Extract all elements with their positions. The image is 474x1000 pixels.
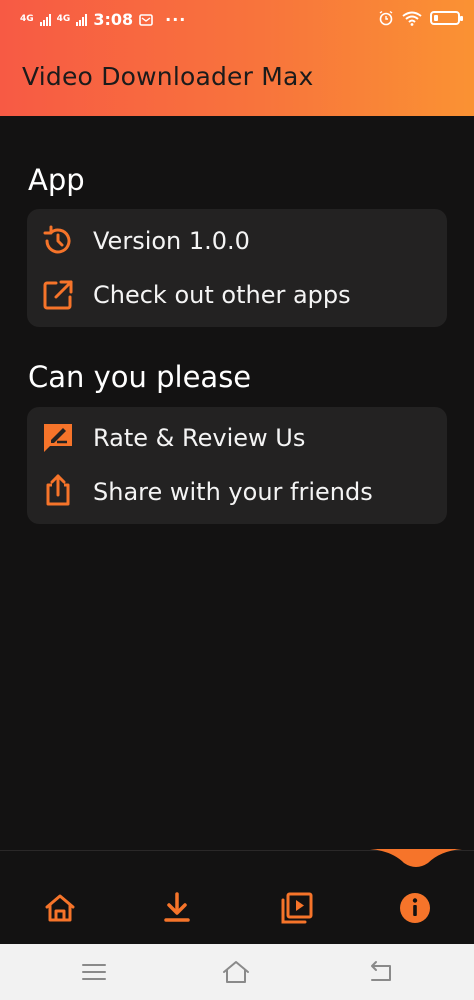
home-system-icon[interactable]	[221, 958, 251, 986]
alarm-icon	[379, 10, 393, 26]
network-type-2: 4G	[56, 14, 71, 24]
please-card: Rate & Review Us Share with your friends	[27, 407, 447, 524]
signal-1: 4G	[20, 15, 34, 24]
share-label: Share with your friends	[93, 478, 373, 506]
rate-review-icon	[44, 424, 72, 452]
nav-home-icon[interactable]	[40, 888, 80, 928]
active-tab-indicator	[370, 849, 462, 867]
status-right	[378, 10, 463, 26]
history-icon	[43, 225, 71, 254]
signal-bars-icon-2	[76, 13, 88, 26]
version-label: Version 1.0.0	[93, 227, 250, 255]
rate-row[interactable]: Rate & Review Us	[27, 413, 447, 463]
nav-download-icon[interactable]	[157, 888, 197, 928]
section-title-app: App	[28, 163, 85, 197]
other-apps-row[interactable]: Check out other apps	[27, 270, 447, 320]
battery-icon	[430, 11, 463, 25]
status-bar: 4G 4G 3:08 ···	[0, 0, 474, 42]
app-header: 4G 4G 3:08 ··· Video Downloader Max	[0, 0, 474, 116]
share-row[interactable]: Share with your friends	[27, 467, 447, 517]
more-notifications: ···	[165, 10, 187, 29]
section-title-please: Can you please	[28, 360, 252, 394]
mail-icon	[139, 13, 153, 26]
back-icon[interactable]	[365, 958, 395, 986]
external-link-icon	[43, 280, 73, 310]
other-apps-label: Check out other apps	[93, 281, 351, 309]
page-title: Video Downloader Max	[22, 62, 314, 91]
status-left: 4G 4G 3:08 ···	[20, 10, 186, 29]
rate-label: Rate & Review Us	[93, 424, 306, 452]
nav-video-library-icon[interactable]	[277, 888, 317, 928]
wifi-icon	[402, 11, 422, 26]
version-row[interactable]: Version 1.0.0	[27, 216, 447, 266]
app-card: Version 1.0.0 Check out other apps	[27, 209, 447, 327]
system-nav-bar	[0, 944, 474, 1000]
share-icon	[46, 474, 70, 506]
signal-bars-icon	[39, 13, 51, 26]
menu-icon[interactable]	[79, 958, 109, 986]
network-type: 4G	[20, 14, 34, 24]
nav-info-icon[interactable]	[395, 888, 435, 928]
status-time: 3:08	[93, 10, 134, 29]
